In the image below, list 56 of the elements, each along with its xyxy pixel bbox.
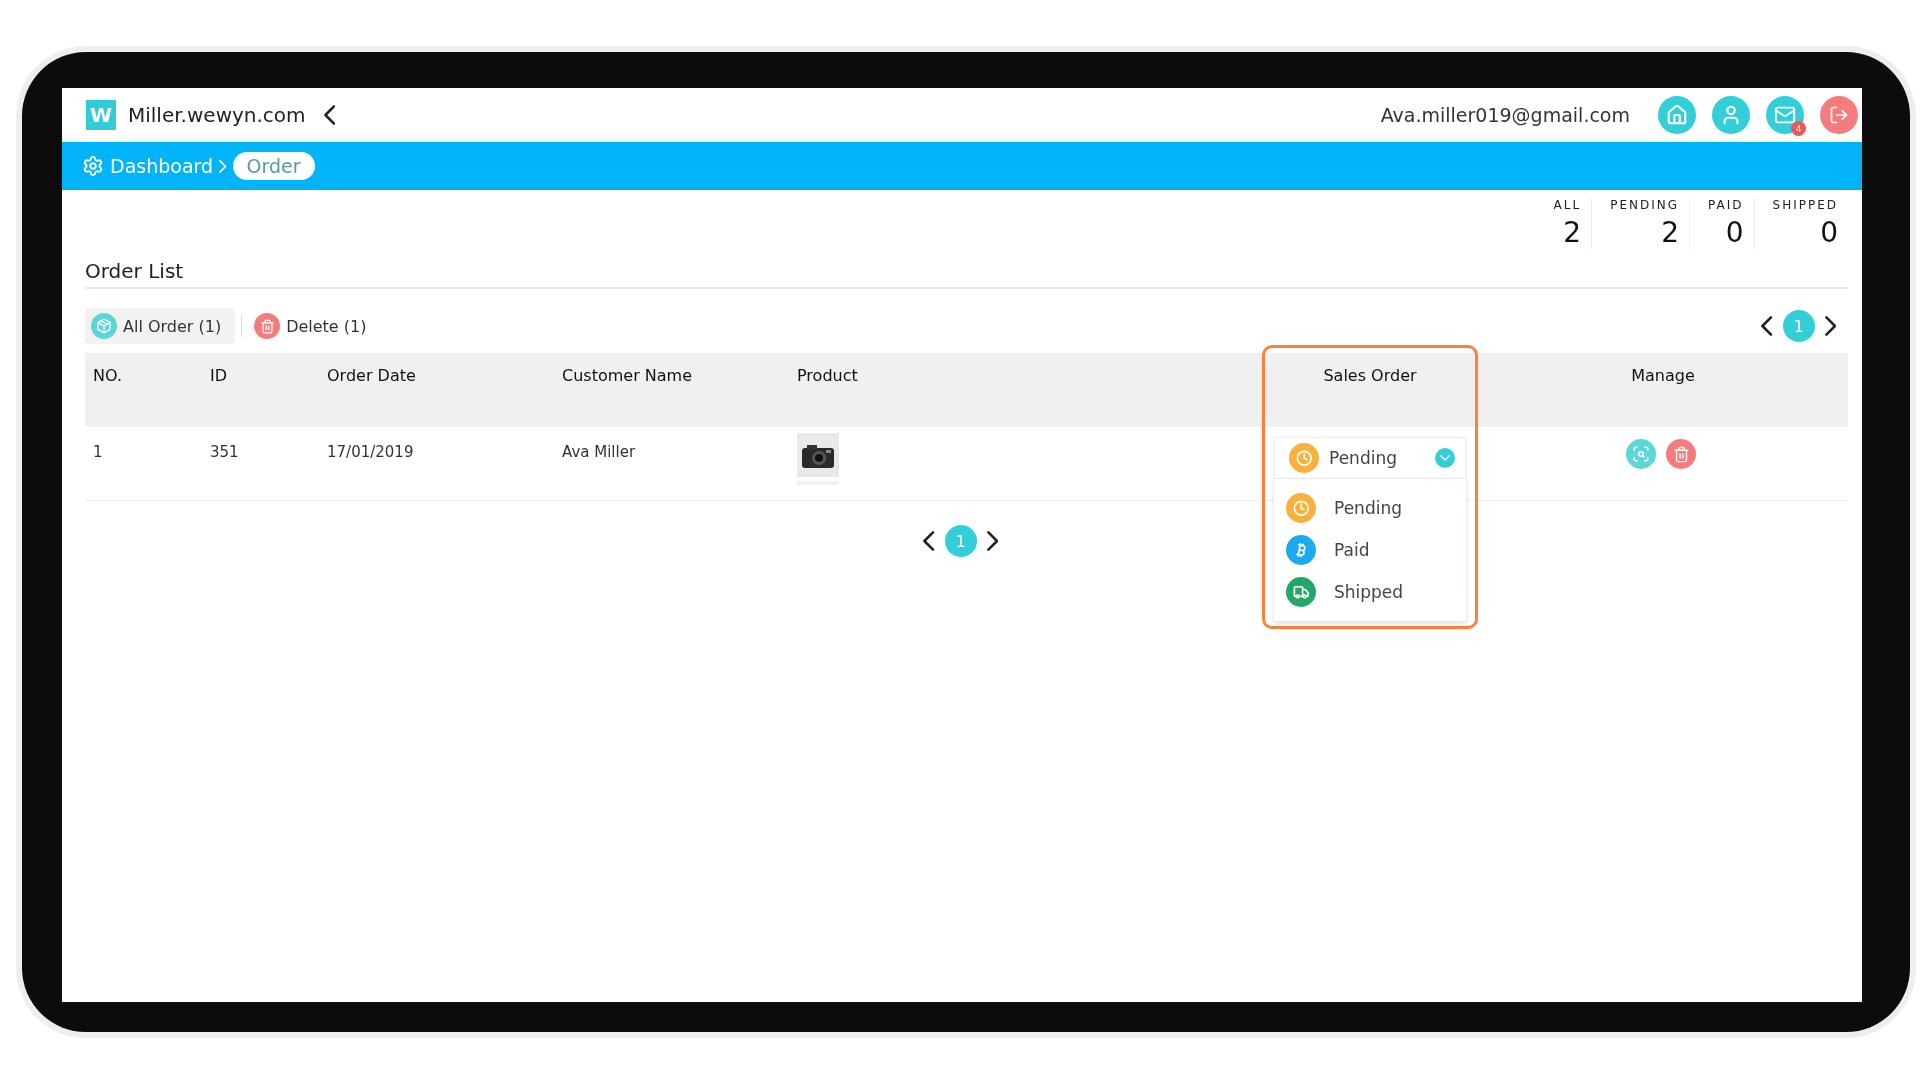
filter-button[interactable]: All Order (1): [85, 308, 236, 344]
stat-value: 2: [1563, 216, 1582, 249]
next-page-button[interactable]: [986, 531, 998, 551]
mail-icon: [1774, 104, 1796, 126]
site-name: Miller.wewyn.com: [128, 103, 306, 127]
stat-label: SHIPPED: [1772, 198, 1838, 212]
logout-icon: [1829, 105, 1849, 125]
table-cell: Ava Miller: [554, 427, 789, 501]
stat-value: 0: [1820, 216, 1838, 249]
settings-icon: [82, 155, 104, 177]
search-icon: [1632, 445, 1650, 463]
previous-page-button[interactable]: [1761, 316, 1773, 336]
stat-label: PAID: [1708, 198, 1744, 212]
status-select[interactable]: Pending: [1274, 437, 1466, 479]
chevron-left-icon: [1761, 316, 1773, 336]
delete-button[interactable]: [1666, 439, 1696, 469]
trash-icon: [254, 313, 281, 339]
truck-icon: [1286, 577, 1316, 607]
filter-button[interactable]: Delete (1): [248, 308, 381, 344]
logout-button[interactable]: [1820, 96, 1858, 134]
clock-icon: [1289, 443, 1319, 473]
column-header: ID: [202, 353, 319, 427]
column-header: Product: [789, 353, 1262, 427]
clock-icon: [1286, 493, 1316, 523]
next-page-button[interactable]: [1824, 316, 1836, 336]
stat-label: PENDING: [1610, 198, 1680, 212]
chevron-left-icon: [323, 105, 335, 125]
status-option[interactable]: Paid: [1274, 529, 1466, 571]
collapse-button[interactable]: [323, 105, 335, 125]
status-option[interactable]: Pending: [1274, 487, 1466, 529]
table-cell: 1: [85, 427, 202, 501]
table-cell: 17/01/2019: [319, 427, 554, 501]
status-option[interactable]: Shipped: [1274, 571, 1466, 613]
previous-page-button[interactable]: [923, 531, 935, 551]
stat-label: ALL: [1553, 198, 1582, 212]
notification-badge: 4: [1791, 121, 1806, 136]
chevron-right-icon: [986, 531, 998, 551]
box-icon: [91, 313, 117, 339]
chevron-right-icon: [219, 159, 227, 173]
column-header: Customer Name: [554, 353, 789, 427]
logo: W: [86, 100, 116, 130]
home-icon: [1666, 104, 1688, 126]
chevron-right-icon: [1824, 316, 1836, 336]
section-title: Order List: [85, 259, 1848, 289]
table-cell: 351: [202, 427, 319, 501]
stat-value: 0: [1725, 216, 1744, 249]
user-icon: [1720, 104, 1742, 126]
trash-icon: [1672, 445, 1690, 463]
column-header: Manage: [1478, 353, 1848, 427]
stat-value: 2: [1661, 216, 1680, 249]
chevron-left-icon: [923, 531, 935, 551]
bitcoin-icon: [1286, 535, 1316, 565]
user-email: Ava.miller019@gmail.com: [1380, 104, 1630, 126]
chevron-down-icon: [1435, 448, 1455, 468]
column-header: NO.: [85, 353, 202, 427]
column-header: Order Date: [319, 353, 554, 427]
